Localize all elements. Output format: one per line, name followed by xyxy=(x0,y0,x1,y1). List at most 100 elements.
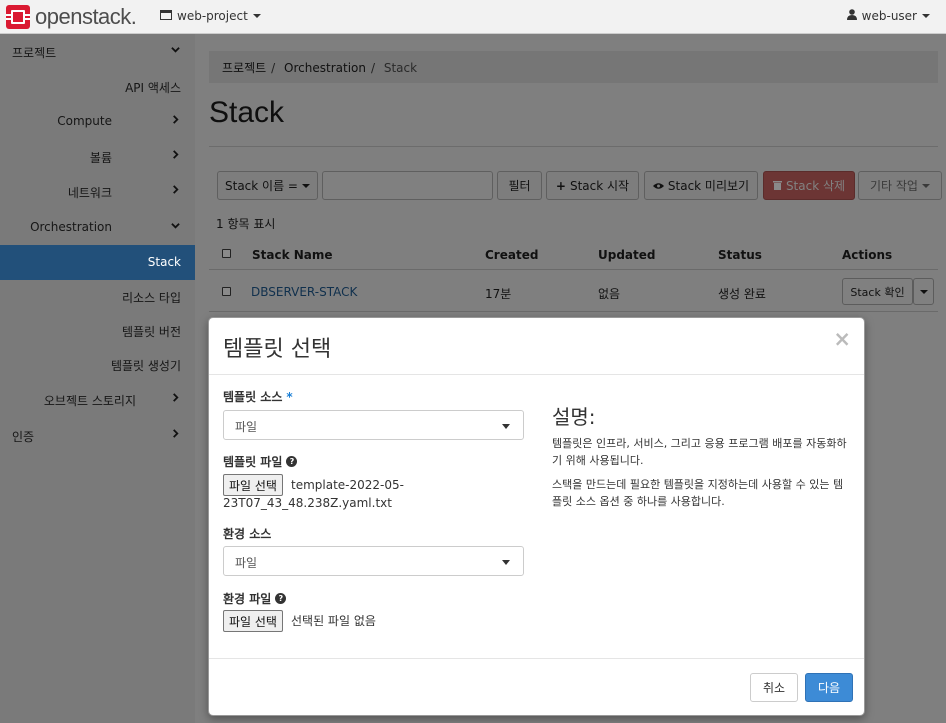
template-file-label: 템플릿 파일 ? xyxy=(223,453,298,470)
check-stack-button[interactable]: Stack 확인 xyxy=(842,278,913,305)
select-all-checkbox[interactable] xyxy=(222,249,231,258)
column-header[interactable]: Created xyxy=(485,248,538,262)
plus-icon: + xyxy=(555,178,566,193)
sidebar-item-label: 프로젝트 xyxy=(12,46,57,60)
chevron-down-icon xyxy=(502,424,510,429)
env-source-select[interactable]: 파일 xyxy=(223,546,524,576)
column-header[interactable]: Stack Name xyxy=(252,248,333,262)
sidebar-item-label: 네트워크 xyxy=(67,186,112,200)
modal-title: 템플릿 선택 xyxy=(223,337,332,362)
sidebar-item-label: 볼륨 xyxy=(89,151,112,165)
filter-button-label: 필터 xyxy=(508,179,531,193)
column-header[interactable]: Updated xyxy=(598,248,656,262)
more-actions-button[interactable]: 기타 작업 xyxy=(858,171,942,200)
brand-name: openstack. xyxy=(35,4,137,29)
modal-footer: 취소 다음 xyxy=(209,658,864,715)
column-header[interactable]: Status xyxy=(718,248,762,262)
template-file-label-text: 템플릿 파일 xyxy=(223,455,283,469)
launch-stack-label: Stack 시작 xyxy=(569,179,630,193)
breadcrumb-item[interactable]: Orchestration xyxy=(284,61,366,75)
help-icon[interactable]: ? xyxy=(286,456,298,467)
template-source-label-text: 템플릿 소스 xyxy=(223,390,283,404)
help-icon[interactable]: ? xyxy=(275,593,287,604)
status-cell: 생성 완료 xyxy=(718,287,766,301)
env-source-value: 파일 xyxy=(235,556,258,570)
sidebar-item-identity[interactable]: 인증 xyxy=(0,418,195,453)
env-file-label: 환경 파일 ? xyxy=(223,590,287,607)
sidebar-item-stack[interactable]: Stack xyxy=(0,245,195,280)
sidebar-item-compute[interactable]: Compute xyxy=(0,104,195,139)
sidebar-item-label: API 액세스 xyxy=(125,81,181,95)
delete-stack-button[interactable]: Stack 삭제 xyxy=(763,171,855,200)
sidebar-item-template-versions[interactable]: 템플릿 버전 xyxy=(0,313,195,348)
table-row: DBSERVER-STACK 17분 없음 생성 완료 Stack 확인 xyxy=(209,270,938,312)
chevron-right-icon xyxy=(173,393,179,402)
sidebar-item-volumes[interactable]: 볼륨 xyxy=(0,139,195,174)
created-cell: 17분 xyxy=(485,287,512,301)
template-file-name: template-2022-05- xyxy=(291,478,404,492)
env-file-button[interactable]: 파일 선택 xyxy=(223,610,283,632)
updated-cell: 없음 xyxy=(598,287,621,301)
required-icon: * xyxy=(286,389,293,404)
top-navbar: openstack. web-project web-user xyxy=(0,0,946,34)
chevron-down-icon xyxy=(252,14,261,18)
chevron-right-icon xyxy=(173,429,179,438)
check-stack-label: Stack 확인 xyxy=(850,285,905,299)
chevron-right-icon xyxy=(173,115,179,124)
sidebar-item-label: 오브젝트 스토리지 xyxy=(43,394,136,408)
user-dropdown[interactable]: web-user xyxy=(846,9,930,23)
next-button[interactable]: 다음 xyxy=(805,673,853,702)
chevron-down-icon xyxy=(171,47,180,53)
project-icon xyxy=(160,9,172,23)
sidebar-item-label: Compute xyxy=(57,114,112,128)
env-source-label: 환경 소스 xyxy=(223,525,271,542)
filter-field-label: Stack 이름 = xyxy=(225,179,298,193)
row-checkbox[interactable] xyxy=(222,287,231,296)
openstack-logo[interactable]: openstack. xyxy=(6,4,137,29)
chevron-down-icon xyxy=(502,560,510,565)
sidebar-item-project[interactable]: 프로젝트 xyxy=(0,34,195,69)
sidebar-item-resource-types[interactable]: 리소스 타입 xyxy=(0,279,195,314)
page-title: Stack xyxy=(209,96,285,129)
filter-input[interactable] xyxy=(322,171,493,200)
project-dropdown[interactable]: web-project xyxy=(160,9,261,23)
template-source-label: 템플릿 소스 * xyxy=(223,388,293,405)
project-name: web-project xyxy=(177,9,248,23)
sidebar-item-network[interactable]: 네트워크 xyxy=(0,174,195,209)
filter-button[interactable]: 필터 xyxy=(497,171,542,200)
sidebar: 프로젝트 API 액세스 Compute 볼륨 네트워크 Orchestrati… xyxy=(0,34,195,723)
sidebar-item-api-access[interactable]: API 액세스 xyxy=(0,69,195,104)
sidebar-item-label: 리소스 타입 xyxy=(121,291,181,305)
sidebar-item-orchestration[interactable]: Orchestration xyxy=(0,210,195,245)
chevron-right-icon xyxy=(173,185,179,194)
template-source-value: 파일 xyxy=(235,420,258,434)
row-actions-dropdown[interactable] xyxy=(913,278,934,305)
sidebar-item-label: Stack xyxy=(147,255,181,269)
select-template-modal: 템플릿 선택 × 템플릿 소스 * 파일 템플릿 파일 ? 파일 선택 temp… xyxy=(208,317,865,716)
template-source-select[interactable]: 파일 xyxy=(223,410,524,440)
trash-icon xyxy=(772,179,782,193)
filter-field-select[interactable]: Stack 이름 = xyxy=(217,171,318,200)
env-source-label-text: 환경 소스 xyxy=(223,527,272,541)
stack-name-link[interactable]: DBSERVER-STACK xyxy=(251,285,357,299)
template-file-name-cont: 23T07_43_48.238Z.yaml.txt xyxy=(223,496,392,510)
table-header: Stack Name Created Updated Status Action… xyxy=(209,239,938,270)
close-icon[interactable]: × xyxy=(833,327,851,351)
cancel-button[interactable]: 취소 xyxy=(750,673,798,702)
sidebar-item-template-generator[interactable]: 템플릿 생성기 xyxy=(0,347,195,382)
preview-stack-label: Stack 미리보기 xyxy=(667,179,750,193)
breadcrumb-item[interactable]: 프로젝트 xyxy=(222,61,266,75)
user-name: web-user xyxy=(861,9,917,23)
chevron-right-icon xyxy=(173,150,179,159)
sidebar-item-label: 인증 xyxy=(12,430,35,444)
chevron-down-icon xyxy=(921,183,930,188)
sidebar-item-object-storage[interactable]: 오브젝트 스토리지 xyxy=(0,382,195,417)
template-file-button[interactable]: 파일 선택 xyxy=(223,474,283,496)
divider xyxy=(209,146,938,147)
modal-header: 템플릿 선택 × xyxy=(209,318,864,375)
preview-stack-button[interactable]: Stack 미리보기 xyxy=(644,171,758,200)
openstack-logo-icon xyxy=(6,5,30,29)
launch-stack-button[interactable]: + Stack 시작 xyxy=(546,171,639,200)
description-paragraph: 스택을 만드는데 필요한 템플릿을 지정하는데 사용할 수 있는 템플릿 소스 … xyxy=(552,478,844,508)
chevron-down-icon xyxy=(919,289,928,294)
